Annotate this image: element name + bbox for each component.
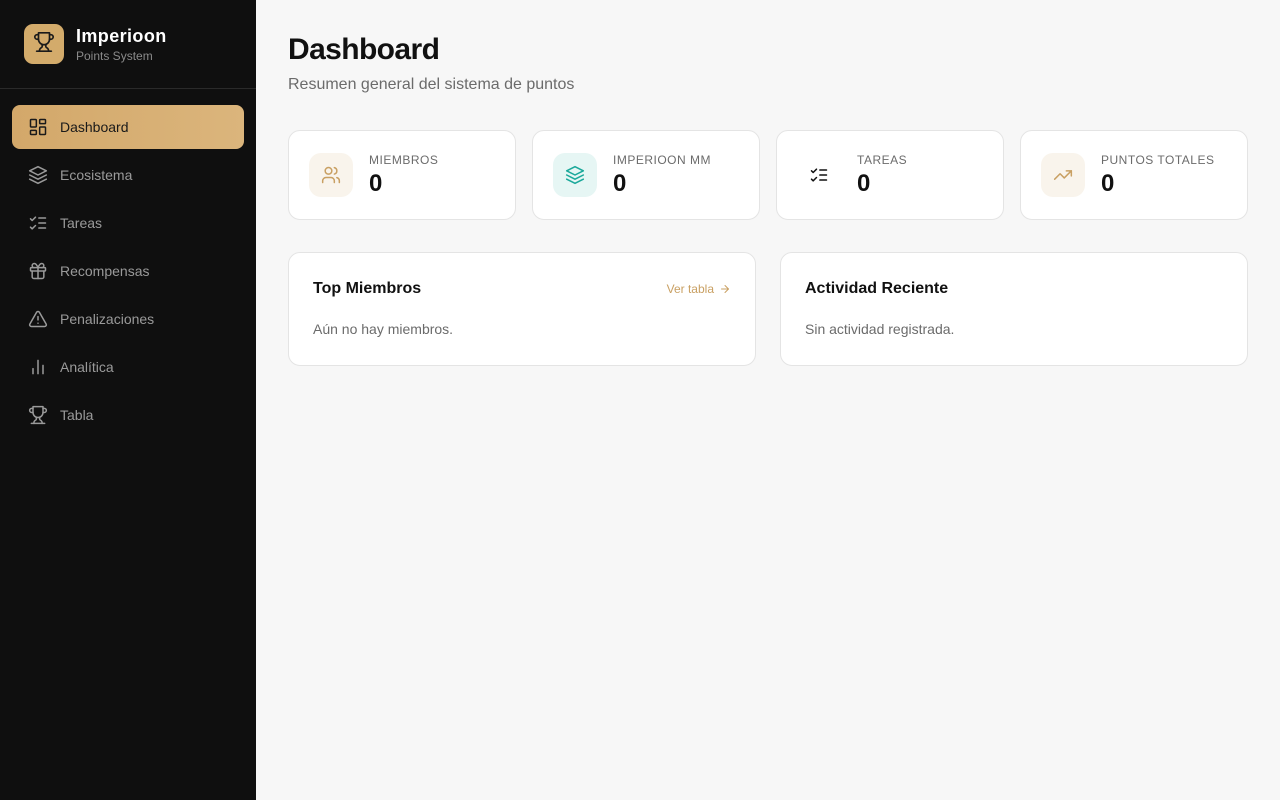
stat-value: 0 <box>857 169 871 197</box>
stat-label: TAREAS <box>857 152 908 167</box>
sidebar-item-label: Tareas <box>60 215 103 231</box>
sidebar-item-ecosistema[interactable]: Ecosistema <box>12 153 244 197</box>
stat-value: 0 <box>613 169 627 197</box>
stat-label: IMPERIOON MM <box>613 152 711 167</box>
sidebar-item-label: Dashboard <box>60 119 129 135</box>
empty-state-text: Sin actividad registrada. <box>805 321 955 337</box>
sidebar-item-label: Ecosistema <box>60 167 133 183</box>
stat-label: MIEMBROS <box>369 152 439 167</box>
view-table-link[interactable]: Ver tabla <box>667 282 731 296</box>
panels-row: Top Miembros Ver tabla Aún no hay miembr… <box>288 252 1248 366</box>
view-table-label: Ver tabla <box>666 282 714 296</box>
sidebar-item-dashboard[interactable]: Dashboard <box>12 105 244 149</box>
bar-chart-icon <box>28 357 48 377</box>
sidebar-item-label: Recompensas <box>60 263 150 279</box>
sidebar-item-tareas[interactable]: Tareas <box>12 201 244 245</box>
brand-subtitle: Points System <box>76 48 153 63</box>
empty-state-text: Aún no hay miembros. <box>313 321 454 337</box>
page-title: Dashboard <box>288 33 440 66</box>
sidebar: Imperioon Points System Dashboard Ecosis… <box>0 0 256 800</box>
list-checks-icon <box>797 153 841 197</box>
stat-card-imperioon-mm: IMPERIOON MM 0 <box>532 130 760 220</box>
sidebar-item-tabla[interactable]: Tabla <box>12 393 244 437</box>
gift-icon <box>28 261 48 281</box>
sidebar-item-penalizaciones[interactable]: Penalizaciones <box>12 297 244 341</box>
top-members-panel: Top Miembros Ver tabla Aún no hay miembr… <box>288 252 756 366</box>
layers-icon <box>28 165 48 185</box>
sidebar-item-label: Analítica <box>60 359 114 375</box>
panel-title: Top Miembros <box>313 280 422 297</box>
brand: Imperioon Points System <box>0 0 256 89</box>
brand-logo[interactable] <box>24 24 64 64</box>
trending-up-icon <box>1041 153 1085 197</box>
recent-activity-panel: Actividad Reciente Sin actividad registr… <box>780 252 1248 366</box>
trophy-icon <box>28 405 48 425</box>
layers-icon <box>553 153 597 197</box>
stat-value: 0 <box>369 169 383 197</box>
stats-row: MIEMBROS 0 IMPERIOON MM 0 TAREAS 0 PUNTO… <box>288 130 1248 220</box>
alert-triangle-icon <box>28 309 48 329</box>
sidebar-item-analitica[interactable]: Analítica <box>12 345 244 389</box>
panel-title: Actividad Reciente <box>805 280 949 297</box>
trophy-icon <box>33 31 55 58</box>
users-icon <box>309 153 353 197</box>
sidebar-item-recompensas[interactable]: Recompensas <box>12 249 244 293</box>
brand-name: Imperioon <box>76 25 167 46</box>
sidebar-item-label: Penalizaciones <box>60 311 155 327</box>
sidebar-nav: Dashboard Ecosistema Tareas Recompensas … <box>0 89 256 437</box>
list-checks-icon <box>28 213 48 233</box>
stat-card-tareas: TAREAS 0 <box>776 130 1004 220</box>
main-content: Dashboard Resumen general del sistema de… <box>256 0 1280 800</box>
stat-card-miembros: MIEMBROS 0 <box>288 130 516 220</box>
stat-card-puntos-totales: PUNTOS TOTALES 0 <box>1020 130 1248 220</box>
page-subtitle: Resumen general del sistema de puntos <box>288 76 575 93</box>
stat-value: 0 <box>1101 169 1115 197</box>
arrow-right-icon <box>719 283 731 295</box>
sidebar-item-label: Tabla <box>60 407 94 423</box>
stat-label: PUNTOS TOTALES <box>1101 152 1215 167</box>
dashboard-icon <box>28 117 48 137</box>
